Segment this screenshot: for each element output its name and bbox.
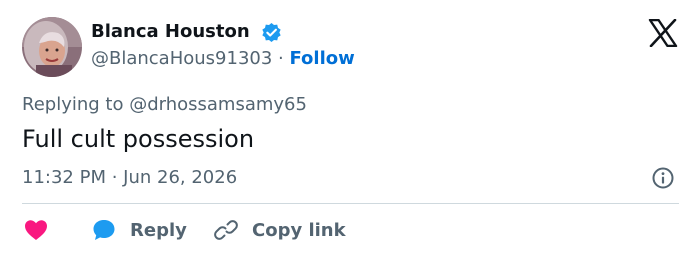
copy-link-label: Copy link xyxy=(252,219,346,241)
replying-to-prefix: Replying to xyxy=(22,94,130,115)
verified-badge-icon xyxy=(262,22,281,43)
replying-to-handle[interactable]: @drhossamsamy65 xyxy=(129,94,307,115)
author-handle-line: @BlancaHous91303 · Follow xyxy=(91,47,355,71)
follow-button[interactable]: Follow xyxy=(289,48,354,69)
speech-bubble-icon xyxy=(93,220,115,240)
tweet-embed-card: Blanca Houston @BlancaHous91303 · Follow… xyxy=(0,0,700,256)
actions-divider xyxy=(22,203,679,204)
x-logo-icon[interactable] xyxy=(648,19,678,47)
replying-to-line: Replying to @drhossamsamy65 xyxy=(22,93,307,117)
tweet-timestamp[interactable]: 11:32 PM · Jun 26, 2026 xyxy=(22,166,237,190)
tweet-text: Full cult possession xyxy=(22,125,255,153)
handle-separator: · xyxy=(272,48,290,69)
author-display-name[interactable]: Blanca Houston xyxy=(91,20,250,44)
reply-label: Reply xyxy=(130,219,187,241)
like-button[interactable] xyxy=(24,216,50,244)
heart-icon xyxy=(25,220,47,240)
info-icon[interactable] xyxy=(651,166,675,190)
copy-link-button[interactable]: Copy link xyxy=(214,216,346,244)
reply-button[interactable]: Reply xyxy=(92,216,187,244)
link-icon xyxy=(214,220,238,240)
avatar[interactable] xyxy=(22,17,82,77)
author-handle[interactable]: @BlancaHous91303 xyxy=(91,48,272,69)
avatar-image xyxy=(22,17,82,77)
